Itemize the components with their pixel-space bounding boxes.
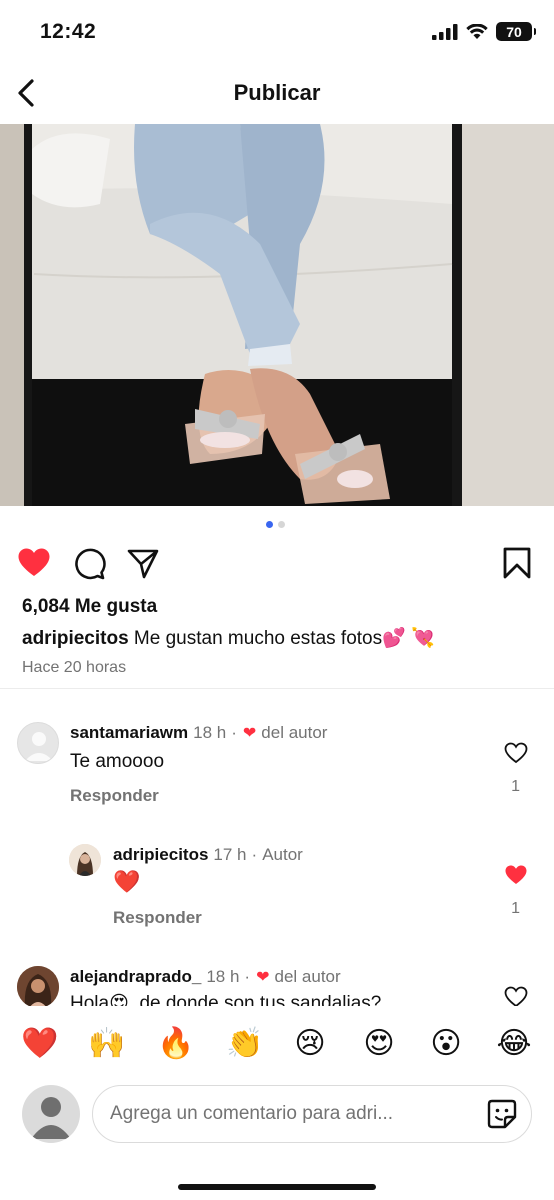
emoji-crying-face[interactable]: 😢 <box>292 1028 328 1060</box>
comment-meta: alejandraprado_ 18 h · ❤ del autor <box>70 967 341 987</box>
post-photo-illustration <box>0 124 554 506</box>
status-icons: 70 <box>432 22 536 41</box>
comment-icon[interactable] <box>72 546 106 580</box>
post-photo[interactable] <box>0 124 554 506</box>
header: Publicar <box>0 62 554 124</box>
author-liked-heart-icon: ❤ <box>256 969 270 986</box>
reply-button[interactable]: Responder <box>113 908 202 928</box>
profile-photo-icon <box>17 966 59 1006</box>
share-send-icon[interactable] <box>126 546 160 580</box>
comment-like-heart-icon[interactable] <box>504 986 528 1006</box>
post-caption: adripiecitos Me gustan mucho estas fotos… <box>22 626 435 650</box>
emoji-clapping-hands[interactable]: 👏 <box>226 1028 263 1060</box>
comment-username[interactable]: santamariawm <box>70 723 188 743</box>
meta-separator: · <box>231 723 237 742</box>
comment-like-count: 1 <box>511 778 520 795</box>
comment-like-heart-icon[interactable] <box>504 742 528 764</box>
comment-composer <box>0 1082 554 1148</box>
avatar[interactable] <box>69 844 101 876</box>
home-indicator[interactable] <box>178 1184 376 1190</box>
carousel-dot-active <box>266 521 273 528</box>
emoji-surprised-face[interactable]: 😮 <box>428 1028 464 1060</box>
comment-time: 18 h <box>206 967 240 986</box>
comment-like-count: 1 <box>511 900 520 917</box>
emoji-fire[interactable]: 🔥 <box>157 1028 194 1060</box>
comment-meta: adripiecitos 17 h · Autor <box>113 845 303 865</box>
profile-photo-icon <box>69 844 101 876</box>
comment-time: 18 h <box>193 723 227 742</box>
status-time: 12:42 <box>40 20 97 43</box>
comment-username[interactable]: alejandraprado_ <box>70 967 201 987</box>
meta-separator: · <box>251 845 258 864</box>
bookmark-save-icon[interactable] <box>500 546 534 580</box>
like-heart-filled-icon[interactable] <box>17 546 51 580</box>
quick-reaction-bar: ❤️ 🙌 🔥 👏 😢 😍 😮 😂 <box>0 1006 554 1080</box>
default-avatar-icon <box>25 732 53 761</box>
wifi-icon <box>466 23 488 39</box>
current-user-avatar <box>22 1085 80 1143</box>
comment-item: alejandraprado_ 18 h · ❤ del autor Hola😍… <box>0 964 554 1006</box>
emoji-red-heart[interactable]: ❤️ <box>21 1028 58 1060</box>
sticker-icon[interactable] <box>486 1098 518 1130</box>
comment-text: ❤️ <box>113 870 141 895</box>
comment-meta: santamariawm 18 h · ❤ del autor <box>70 723 327 743</box>
emoji-raised-hands[interactable]: 🙌 <box>88 1028 125 1060</box>
avatar[interactable] <box>17 722 59 764</box>
meta-separator: · <box>244 967 251 986</box>
battery-icon: 70 <box>496 22 536 41</box>
battery-level: 70 <box>506 23 522 40</box>
comment-username[interactable]: adripiecitos <box>113 845 208 865</box>
comment-text: Hola😍, de donde son tus sandalias? <box>70 993 382 1006</box>
comment-like-heart-filled-icon[interactable] <box>504 864 528 886</box>
reply-button[interactable]: Responder <box>70 786 159 806</box>
carousel-dot <box>278 521 285 528</box>
emoji-tears-of-joy[interactable]: 😂 <box>496 1028 532 1060</box>
caption-text: Me gustan mucho estas fotos💕 💘 <box>128 628 435 649</box>
carousel-indicator <box>266 521 285 528</box>
post-actions <box>0 540 554 586</box>
author-liked-heart-icon: ❤ <box>242 725 257 742</box>
likes-count[interactable]: 6,084 Me gusta <box>22 596 157 618</box>
avatar[interactable] <box>17 966 59 1006</box>
comment-time: 17 h <box>213 845 247 864</box>
author-liked-label: del autor <box>274 967 341 986</box>
caption-username[interactable]: adripiecitos <box>22 628 129 649</box>
author-liked-label: del autor <box>261 723 328 742</box>
page-title: Publicar <box>233 80 321 105</box>
divider <box>0 688 554 689</box>
default-avatar-icon <box>31 1097 71 1139</box>
status-bar: 12:42 70 <box>0 0 554 62</box>
emoji-heart-eyes[interactable]: 😍 <box>361 1028 397 1060</box>
cellular-signal-icon <box>432 23 458 40</box>
post-time: Hace 20 horas <box>22 659 127 676</box>
author-label: Autor <box>262 845 303 864</box>
comment-input[interactable] <box>92 1085 532 1143</box>
comment-text: Te amoooo <box>70 751 165 772</box>
